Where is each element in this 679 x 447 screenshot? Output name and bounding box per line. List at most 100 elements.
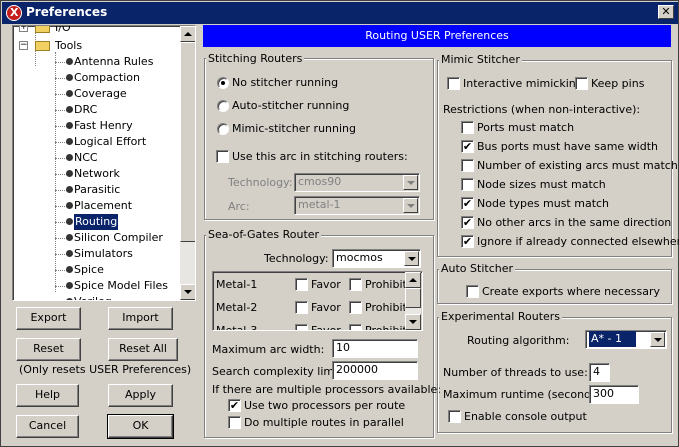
create-exports-checkbox[interactable] — [466, 285, 479, 298]
scroll-down-button[interactable] — [180, 284, 195, 300]
cancel-button[interactable]: Cancel — [16, 415, 79, 438]
scroll-up-button[interactable] — [180, 26, 195, 42]
leaf-node-icon — [66, 250, 73, 257]
reset-note: (Only resets USER Preferences) — [19, 363, 192, 376]
reset-all-button[interactable]: Reset All — [108, 338, 178, 361]
tree-item-label: Spice Model Files — [74, 279, 168, 292]
restriction-checkbox[interactable] — [461, 121, 474, 134]
stitch-technology-select[interactable]: cmos90 — [294, 173, 420, 192]
auto-stitcher-label: Auto-stitcher running — [232, 99, 350, 112]
folder-open-icon — [35, 41, 50, 51]
collapse-icon[interactable]: − — [19, 41, 28, 50]
restriction-label: Ignore if already connected elsewhere — [477, 235, 679, 248]
layer-scroll-up[interactable] — [405, 272, 421, 288]
two-proc-label: Use two processors per route — [244, 399, 406, 412]
app-icon — [6, 5, 22, 21]
tree-item-label: Antenna Rules — [74, 55, 154, 68]
max-arc-width-label: Maximum arc width: — [212, 343, 325, 356]
search-limit-field[interactable]: 200000 — [332, 361, 418, 380]
tree-item-label: Simulators — [74, 247, 133, 260]
leaf-node-icon — [66, 234, 73, 241]
restriction-checkbox[interactable]: ✔ — [461, 216, 474, 229]
auto-stitcher-radio[interactable] — [217, 100, 229, 112]
tree-item-label: Network — [74, 167, 120, 180]
export-button[interactable]: Export — [16, 307, 81, 330]
favor-label: Favor — [311, 324, 341, 331]
preferences-tree[interactable]: + I/O − Tools Antenna Rules Compaction Cov… — [12, 25, 196, 301]
runtime-field[interactable]: 300 — [589, 385, 639, 404]
mimic-stitcher-radio[interactable] — [217, 123, 229, 135]
layer-scrollbar[interactable] — [405, 272, 421, 330]
leaf-node-icon — [66, 282, 73, 289]
import-button[interactable]: Import — [108, 307, 173, 330]
tree-item-label: Routing — [74, 214, 119, 230]
multi-proc-label: If there are multiple processors availab… — [212, 383, 442, 396]
leaf-node-icon — [66, 218, 73, 225]
max-arc-width-field[interactable]: 10 — [332, 339, 418, 358]
layer-name: Metal-2 — [216, 301, 258, 314]
restriction-checkbox[interactable] — [461, 178, 474, 191]
runtime-label: Maximum runtime (seconds): — [443, 388, 605, 401]
favor-checkbox[interactable] — [295, 324, 308, 330]
tree-item-label: Spice — [74, 263, 104, 276]
threads-field[interactable]: 4 — [589, 363, 610, 382]
leaf-node-icon — [66, 186, 73, 193]
leaf-node-icon — [66, 122, 73, 129]
console-output-checkbox[interactable] — [448, 410, 461, 423]
stitch-arc-label: Arc: — [228, 200, 250, 213]
favor-checkbox[interactable] — [295, 278, 308, 291]
prohibit-checkbox[interactable] — [349, 324, 362, 330]
prohibit-label: Prohibit — [365, 324, 407, 331]
favor-label: Favor — [311, 301, 341, 314]
tree-item-label: Verilog — [74, 294, 112, 300]
prohibit-checkbox[interactable] — [349, 301, 362, 314]
layer-scroll-down[interactable] — [405, 314, 421, 330]
interactive-mimic-checkbox[interactable] — [447, 77, 460, 90]
expand-icon[interactable]: + — [19, 26, 28, 32]
reset-button[interactable]: Reset — [16, 338, 81, 361]
restriction-checkbox[interactable] — [461, 159, 474, 172]
stitching-routers-title: Stitching Routers — [206, 52, 305, 65]
layer-list[interactable]: Metal-1 Favor Prohibit Metal-2 Favor Prohibit… — [212, 271, 423, 331]
leaf-node-icon — [66, 106, 73, 113]
restriction-label: Bus ports must have same width — [477, 140, 659, 153]
help-button[interactable]: Help — [16, 384, 79, 407]
apply-button[interactable]: Apply — [108, 384, 173, 407]
favor-label: Favor — [311, 278, 341, 291]
leaf-node-icon — [66, 202, 73, 209]
keep-pins-label: Keep pins — [591, 77, 645, 90]
no-stitcher-radio[interactable] — [217, 77, 229, 89]
leaf-node-icon — [66, 266, 73, 273]
restriction-label: Node types must match — [477, 197, 610, 210]
console-output-label: Enable console output — [464, 410, 587, 423]
parallel-checkbox[interactable] — [228, 416, 241, 429]
prohibit-checkbox[interactable] — [349, 278, 362, 291]
restriction-checkbox[interactable]: ✔ — [461, 197, 474, 210]
close-button[interactable]: ✕ — [658, 5, 674, 19]
routing-algorithm-label: Routing algorithm: — [467, 334, 570, 347]
leaf-node-icon — [66, 138, 73, 145]
prohibit-label: Prohibit — [365, 301, 407, 314]
interactive-mimic-label: Interactive mimicking — [463, 77, 583, 90]
auto-stitcher-title: Auto Stitcher — [439, 262, 516, 275]
keep-pins-checkbox[interactable] — [575, 77, 588, 90]
sog-technology-label: Technology: — [264, 252, 329, 265]
leaf-node-icon — [66, 154, 73, 161]
use-arc-label: Use this arc in stitching routers: — [232, 150, 408, 163]
sog-technology-select[interactable]: mocmos — [332, 249, 421, 268]
restriction-checkbox[interactable]: ✔ — [461, 140, 474, 153]
sea-of-gates-title: Sea-of-Gates Router — [206, 228, 322, 241]
prohibit-label: Prohibit — [365, 278, 407, 291]
two-proc-checkbox[interactable]: ✔ — [228, 399, 241, 412]
stitch-arc-select[interactable]: metal-1 — [294, 196, 420, 215]
ok-button[interactable]: OK — [107, 414, 174, 439]
use-arc-checkbox[interactable] — [216, 150, 229, 163]
scroll-thumb[interactable] — [180, 42, 195, 242]
tree-scrollbar[interactable] — [180, 26, 195, 300]
routing-algorithm-select[interactable]: A* - 1 — [585, 330, 667, 349]
leaf-node-icon — [66, 74, 73, 81]
favor-checkbox[interactable] — [295, 301, 308, 314]
restriction-checkbox[interactable]: ✔ — [461, 235, 474, 248]
layer-scroll-thumb[interactable] — [405, 288, 421, 308]
window-title: Preferences — [26, 5, 108, 19]
